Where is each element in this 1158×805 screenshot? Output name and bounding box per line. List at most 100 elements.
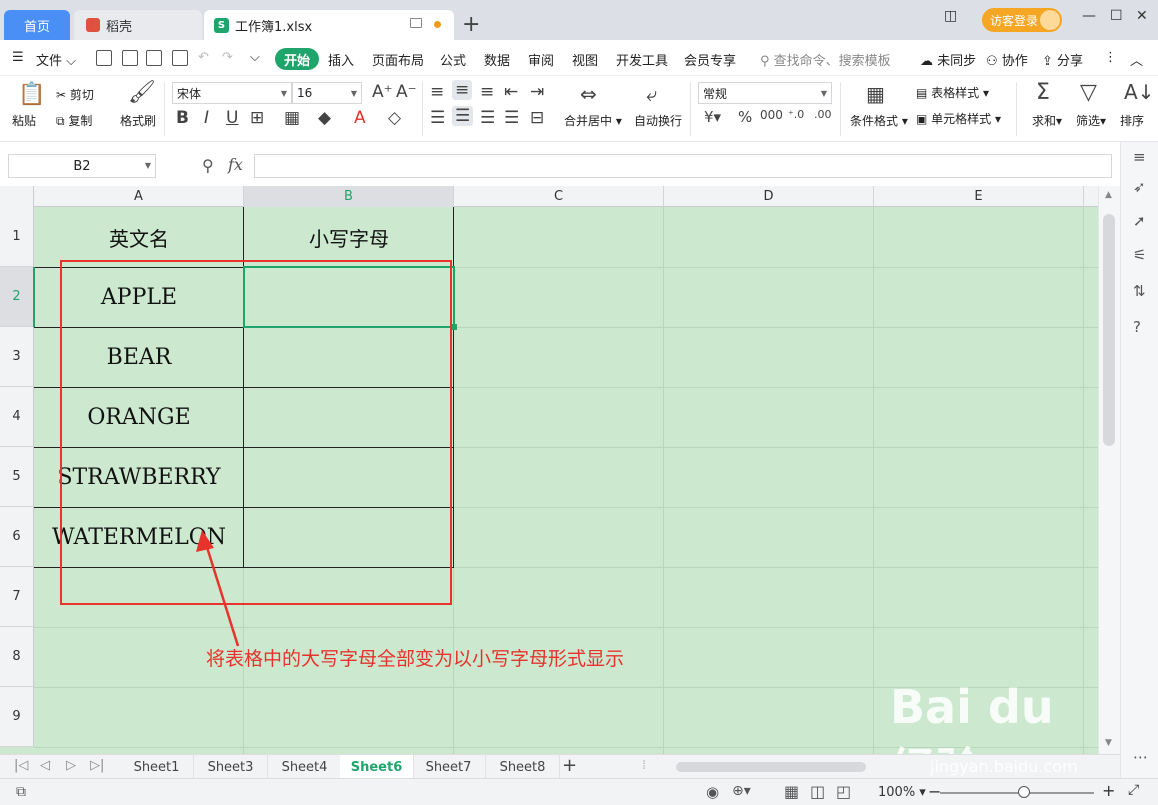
wrap-text-button[interactable]: 自动换行 [634, 112, 682, 129]
sheet-tab-sheet1[interactable]: Sheet1 [120, 755, 194, 779]
first-sheet-icon[interactable]: |◁ [14, 758, 28, 773]
share-button[interactable]: ⇪ 分享 [1042, 50, 1083, 69]
menu-file[interactable]: 文件 ⌵ [36, 50, 76, 69]
paste-button[interactable]: 粘贴 [12, 112, 36, 129]
row-header-1[interactable]: 1 [0, 207, 34, 267]
help-icon[interactable]: ? [1133, 318, 1141, 336]
last-sheet-icon[interactable]: ▷| [90, 758, 104, 773]
decrease-font-icon[interactable]: A⁻ [396, 82, 417, 102]
column-header-c[interactable]: C [454, 186, 664, 207]
percent-icon[interactable]: % [738, 108, 752, 126]
new-tab-icon[interactable]: + [462, 12, 480, 37]
select-cursor-icon[interactable]: ➚ [1133, 212, 1146, 230]
menu-member[interactable]: 会员专享 [684, 50, 736, 69]
align-top-icon[interactable]: ≡ [430, 82, 444, 102]
print-preview-icon[interactable] [172, 50, 188, 66]
column-header-e[interactable]: E [874, 186, 1084, 207]
sheet-tab-sheet4[interactable]: Sheet4 [268, 755, 342, 779]
monitor-icon[interactable] [410, 18, 422, 28]
add-sheet-icon[interactable]: + [562, 755, 577, 776]
border-icon[interactable]: ⊞ [250, 108, 264, 128]
conditional-format-button[interactable]: 条件格式 ▾ [850, 112, 908, 129]
conditional-format-icon[interactable]: ▦ [866, 82, 885, 106]
hamburger-icon[interactable]: ☰ [12, 50, 24, 65]
page-break-view-icon[interactable]: ◰ [836, 782, 851, 801]
font-family-select[interactable]: 宋体 ▼ [172, 82, 292, 104]
panel-menu-icon[interactable]: ≡ [1133, 148, 1146, 166]
column-header-d[interactable]: D [664, 186, 874, 207]
zoom-formula-icon[interactable]: ⚲ [202, 156, 214, 175]
scroll-up-icon[interactable]: ▲ [1105, 190, 1112, 200]
window-layout-icon[interactable]: ◫ [944, 8, 957, 24]
more-panel-icon[interactable]: ⋯ [1133, 748, 1148, 766]
sheet-tab-sheet7[interactable]: Sheet7 [412, 755, 486, 779]
indent-decrease-icon[interactable]: ⇤ [504, 82, 518, 102]
font-size-select[interactable]: 16 ▼ [292, 82, 362, 104]
zoom-in-icon[interactable]: + [1102, 781, 1115, 800]
transfer-icon[interactable]: ⇅ [1133, 282, 1146, 300]
menu-start[interactable]: 开始 [275, 48, 319, 70]
align-bottom-icon[interactable]: ≡ [480, 82, 494, 102]
cell-a1[interactable]: 英文名 [34, 207, 244, 267]
increase-decimal-icon[interactable]: ⁺.0 [788, 108, 804, 121]
column-header-a[interactable]: A [34, 186, 244, 207]
clear-format-icon[interactable]: ◇ [388, 108, 401, 128]
sheet-tab-sheet8[interactable]: Sheet8 [486, 755, 560, 779]
number-format-select[interactable]: 常规 ▼ [698, 82, 832, 104]
adjust-icon[interactable]: ⚟ [1133, 246, 1146, 264]
format-painter-button[interactable]: 格式刷 [120, 112, 156, 129]
decrease-decimal-icon[interactable]: .00 [814, 108, 832, 121]
increase-font-icon[interactable]: A⁺ [372, 82, 393, 102]
spreadsheet-grid[interactable]: A B C D E 1 2 3 4 5 6 7 8 9 英文名 小写字母 APP… [0, 186, 1098, 754]
italic-icon[interactable]: I [204, 108, 209, 128]
next-sheet-icon[interactable]: ▷ [66, 758, 76, 773]
zoom-slider-knob[interactable] [1018, 786, 1030, 798]
fill-pattern-icon[interactable]: ▦ [284, 108, 300, 128]
menu-developer[interactable]: 开发工具 [616, 50, 668, 69]
row-header-6[interactable]: 6 [0, 507, 34, 567]
underline-icon[interactable]: U [226, 108, 238, 128]
collaborate-button[interactable]: ⚇ 协作 [986, 50, 1028, 69]
tab-workbook[interactable]: S 工作簿1.xlsx [204, 10, 454, 40]
menu-page-layout[interactable]: 页面布局 [372, 50, 424, 69]
merge-center-button[interactable]: 合并居中 ▾ [564, 112, 622, 129]
normal-view-icon[interactable]: ▦ [784, 782, 799, 801]
close-icon[interactable]: ✕ [1136, 8, 1148, 24]
wrap-text-icon[interactable]: ⤶ [646, 82, 657, 106]
redo-icon[interactable]: ↷ [222, 50, 233, 65]
bold-icon[interactable]: B [176, 108, 189, 128]
minimize-icon[interactable]: — [1082, 8, 1096, 24]
menu-insert[interactable]: 插入 [328, 50, 354, 69]
rocket-icon[interactable]: ➶ [1133, 178, 1146, 196]
zoom-level[interactable]: 100% ▾ [878, 785, 926, 800]
macro-record-icon[interactable]: ⧉ [16, 784, 26, 800]
align-right-icon[interactable]: ☰ [480, 108, 495, 128]
copy-button[interactable]: ⧉ 复制 [56, 112, 92, 129]
horizontal-scroll-thumb[interactable] [676, 762, 866, 772]
sheet-tab-sheet3[interactable]: Sheet3 [194, 755, 268, 779]
menu-data[interactable]: 数据 [484, 50, 510, 69]
tab-split-icon[interactable]: ⁞ [642, 758, 646, 773]
cut-button[interactable]: ✂ 剪切 [56, 86, 94, 103]
prev-sheet-icon[interactable]: ◁ [40, 758, 50, 773]
vertical-scroll-thumb[interactable] [1103, 214, 1115, 446]
print-icon[interactable] [146, 50, 162, 66]
menu-view[interactable]: 视图 [572, 50, 598, 69]
filter-button[interactable]: 筛选▾ [1076, 112, 1106, 129]
export-icon[interactable] [122, 50, 138, 66]
cell-style-button[interactable]: ▣ 单元格样式 ▾ [916, 110, 1001, 127]
filter-icon[interactable]: ▽ [1080, 80, 1097, 105]
fill-color-icon[interactable]: ◆ [318, 108, 331, 128]
cell-b1[interactable]: 小写字母 [244, 207, 454, 267]
distributed-icon[interactable]: ⊟ [530, 108, 544, 128]
justify-icon[interactable]: ☰ [504, 108, 519, 128]
page-layout-view-icon[interactable]: ◫ [810, 782, 825, 801]
thousands-icon[interactable]: 000 [760, 108, 783, 122]
row-header-2[interactable]: 2 [0, 267, 34, 327]
tab-home[interactable]: 首页 [4, 10, 70, 40]
column-header-b[interactable]: B [244, 186, 454, 207]
eye-protection-icon[interactable]: ◉ [706, 783, 719, 801]
row-header-8[interactable]: 8 [0, 627, 34, 687]
menu-formula[interactable]: 公式 [440, 50, 466, 69]
scroll-down-icon[interactable]: ▼ [1105, 738, 1112, 748]
